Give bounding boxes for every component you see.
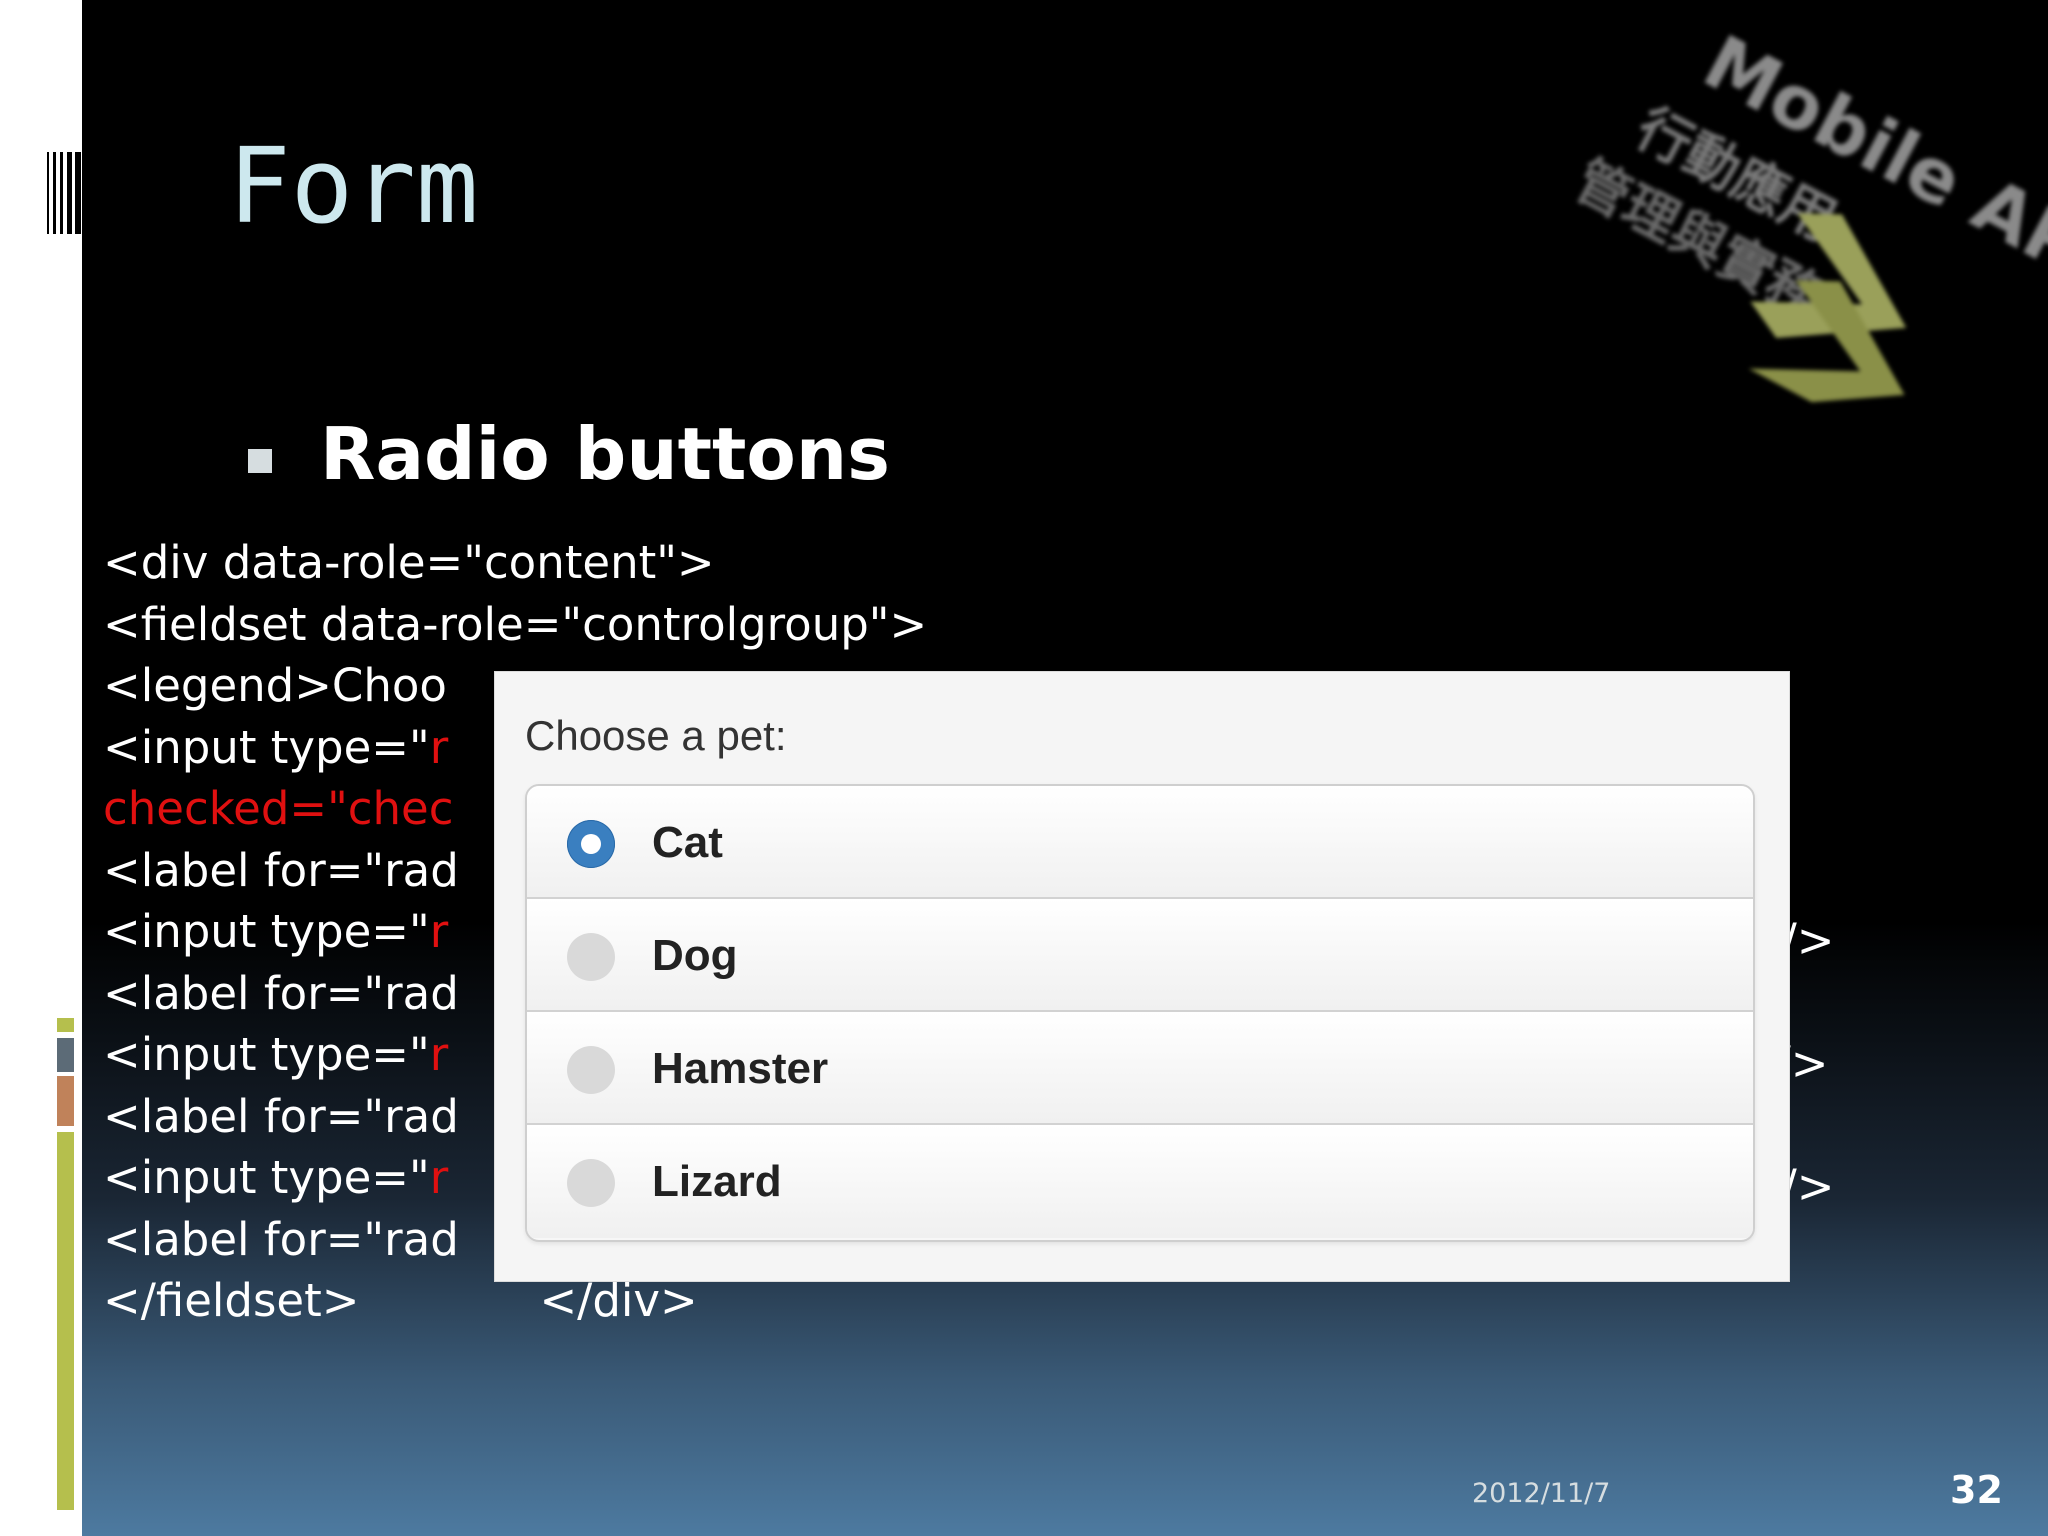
radio-controlgroup: Cat Dog Hamster Lizard xyxy=(525,784,1755,1242)
radio-option-cat[interactable]: Cat xyxy=(527,786,1753,899)
code-line: checked="chec xyxy=(103,786,454,831)
code-line: <label for="rad xyxy=(103,1217,459,1262)
code-line: <div data-role="content"> xyxy=(103,540,715,585)
radio-checked-icon[interactable] xyxy=(567,820,615,868)
code-text: <input type=" xyxy=(103,905,430,958)
code-keyword-red: checked="chec xyxy=(103,782,454,835)
radio-group-legend: Choose a pet: xyxy=(525,712,787,759)
accent-bar-green-top xyxy=(57,1018,74,1032)
code-text: <legend>Choo xyxy=(103,659,447,712)
footer-date: 2012/11/7 xyxy=(1472,1478,1611,1509)
mobile-app-logo: Mobile APP 行動應用 管理與實務 xyxy=(1545,0,2048,480)
radio-label: Hamster xyxy=(652,1044,829,1093)
code-text: <label for="rad xyxy=(103,1090,459,1143)
radio-group-preview: Choose a pet: Cat Dog Hamster Lizard xyxy=(494,671,1790,1282)
page-number: 32 xyxy=(1950,1468,2003,1512)
accent-bar-orange xyxy=(57,1076,74,1126)
code-line: <input type="r xyxy=(103,1032,448,1077)
radio-unchecked-icon[interactable] xyxy=(567,933,615,981)
code-text: </fieldset> xyxy=(103,1274,360,1327)
title-stripes-decoration xyxy=(47,152,81,234)
code-line: <label for="rad xyxy=(103,848,459,893)
code-line: <input type="r xyxy=(103,909,448,954)
code-line: <legend>Choo xyxy=(103,663,447,708)
radio-option-lizard[interactable]: Lizard xyxy=(527,1125,1753,1238)
code-line: <input type="r xyxy=(103,1155,448,1200)
radio-option-dog[interactable]: Dog xyxy=(527,899,1753,1012)
bullet-square-icon xyxy=(248,449,272,473)
code-line: </fieldset> </div> xyxy=(103,1278,698,1323)
code-text: <input type=" xyxy=(103,1151,430,1204)
code-text: <input type=" xyxy=(103,1028,430,1081)
radio-option-hamster[interactable]: Hamster xyxy=(527,1012,1753,1125)
code-keyword-red: r xyxy=(429,1151,449,1204)
code-keyword-red: r xyxy=(429,1028,449,1081)
bullet-radio-buttons: Radio buttons xyxy=(320,412,890,496)
code-text: <div data-role="content"> xyxy=(103,536,715,589)
code-text: <fieldset data-role="controlgroup"> xyxy=(103,598,928,651)
code-line: <label for="rad xyxy=(103,1094,459,1139)
slide-title: Form xyxy=(228,125,479,247)
code-line: <fieldset data-role="controlgroup"> xyxy=(103,602,927,647)
radio-label: Dog xyxy=(652,931,738,980)
code-text: <input type=" xyxy=(103,721,430,774)
code-keyword-red: r xyxy=(429,721,449,774)
radio-unchecked-icon[interactable] xyxy=(567,1159,615,1207)
code-text: <label for="rad xyxy=(103,967,459,1020)
accent-bar-green xyxy=(57,1132,74,1510)
radio-unchecked-icon[interactable] xyxy=(567,1046,615,1094)
code-keyword-red: r xyxy=(429,905,449,958)
code-text: <label for="rad xyxy=(103,844,459,897)
code-line: <label for="rad xyxy=(103,971,459,1016)
code-line: <input type="r xyxy=(103,725,448,770)
slide: Mobile APP 行動應用 管理與實務 Form Radio buttons… xyxy=(82,0,2048,1536)
accent-bar-gray xyxy=(57,1038,74,1072)
radio-label: Lizard xyxy=(652,1157,782,1206)
code-text: <label for="rad xyxy=(103,1213,459,1266)
radio-label: Cat xyxy=(652,818,723,867)
